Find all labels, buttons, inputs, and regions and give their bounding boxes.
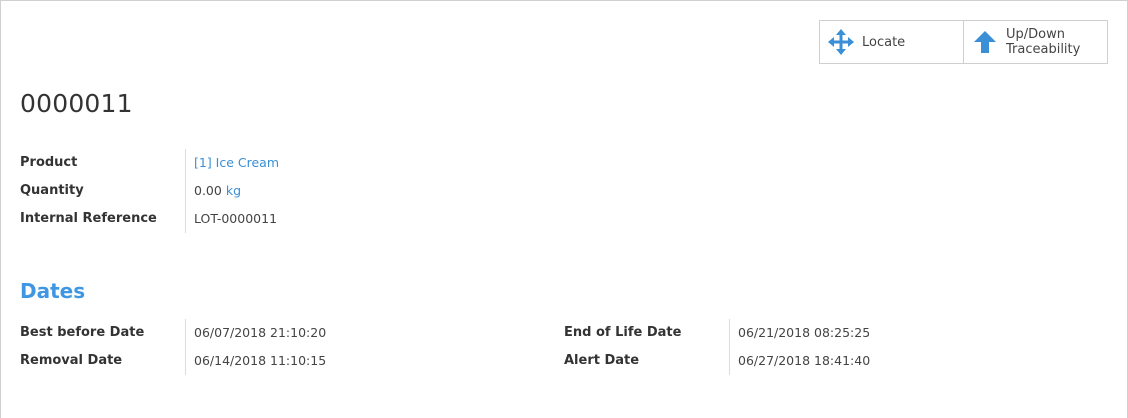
traceability-label-line2: Traceability	[1006, 42, 1081, 57]
alert-row: Alert Date 06/27/2018 18:41:40	[564, 347, 870, 375]
removal-value: 06/14/2018 11:10:15	[194, 353, 327, 368]
product-row: Product [1] Ice Cream	[20, 149, 279, 177]
traceability-label: Up/Down Traceability	[1006, 27, 1080, 57]
best-before-row: Best before Date 06/07/2018 21:10:20	[20, 319, 326, 347]
quantity-unit-link[interactable]: kg	[226, 183, 241, 198]
end-of-life-row: End of Life Date 06/21/2018 08:25:25	[564, 319, 870, 347]
quantity-value-wrap: 0.00 kg	[186, 177, 241, 205]
dates-section-title: Dates	[20, 279, 86, 303]
removal-label: Removal Date	[20, 347, 186, 375]
product-label: Product	[20, 149, 186, 177]
removal-row: Removal Date 06/14/2018 11:10:15	[20, 347, 326, 375]
record-title: 0000011	[20, 89, 133, 118]
traceability-label-line1: Up/Down	[1006, 27, 1065, 42]
smart-buttons: Locate Up/Down Traceability	[819, 20, 1108, 64]
best-before-value: 06/07/2018 21:10:20	[194, 325, 327, 340]
traceability-button[interactable]: Up/Down Traceability	[963, 20, 1108, 64]
locate-button[interactable]: Locate	[819, 20, 964, 64]
dates-right-group: End of Life Date 06/21/2018 08:25:25 Ale…	[564, 319, 870, 375]
end-of-life-label: End of Life Date	[564, 319, 730, 347]
alert-label: Alert Date	[564, 347, 730, 375]
arrow-up-icon	[972, 29, 998, 55]
dates-left-group: Best before Date 06/07/2018 21:10:20 Rem…	[20, 319, 326, 375]
best-before-label: Best before Date	[20, 319, 186, 347]
quantity-label: Quantity	[20, 177, 186, 205]
quantity-value: 0.00	[194, 183, 222, 198]
internal-reference-value: LOT-0000011	[194, 211, 278, 226]
form-sheet: Locate Up/Down Traceability 0000011 Prod…	[0, 0, 1128, 418]
locate-label: Locate	[862, 34, 906, 50]
end-of-life-value: 06/21/2018 08:25:25	[738, 325, 871, 340]
internal-reference-label: Internal Reference	[20, 205, 186, 233]
main-fields-group: Product [1] Ice Cream Quantity 0.00 kg I…	[20, 149, 279, 233]
quantity-row: Quantity 0.00 kg	[20, 177, 279, 205]
internal-reference-row: Internal Reference LOT-0000011	[20, 205, 279, 233]
alert-value: 06/27/2018 18:41:40	[738, 353, 871, 368]
move-arrows-icon	[828, 29, 854, 55]
product-link[interactable]: [1] Ice Cream	[186, 149, 279, 177]
